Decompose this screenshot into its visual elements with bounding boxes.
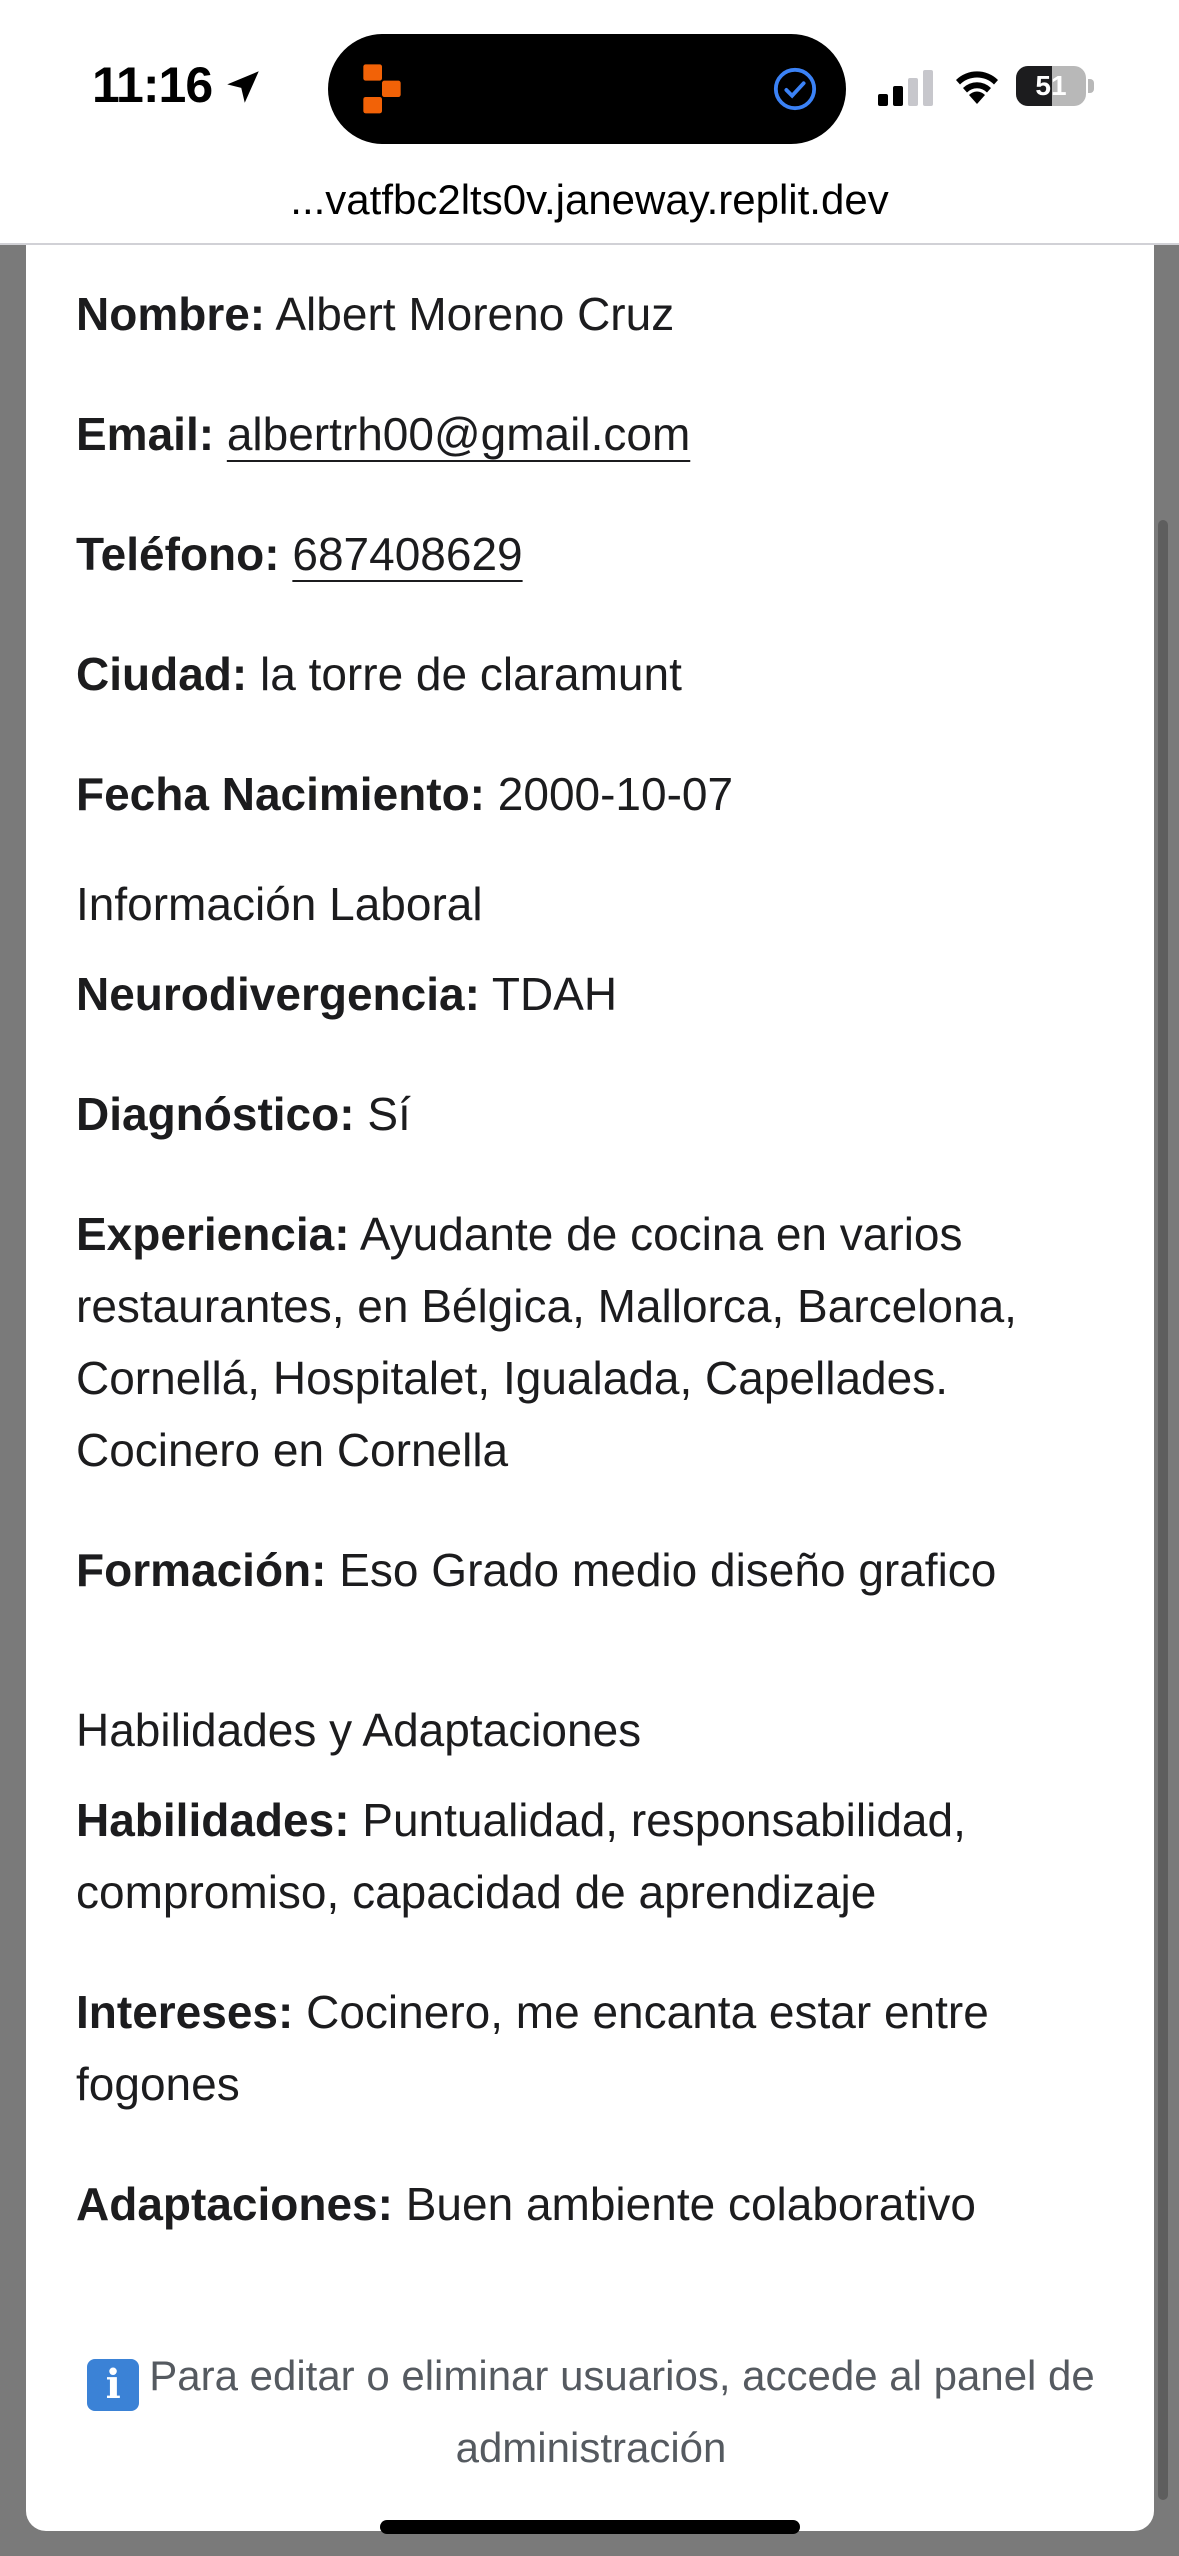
field-value: 2000-10-07 xyxy=(497,768,734,820)
field-telefono: Teléfono: 687408629 xyxy=(76,518,1116,590)
field-value: TDAH xyxy=(491,968,618,1020)
checkmark-circle-icon xyxy=(773,67,817,111)
status-bar: 11:16 51 xyxy=(0,0,1179,170)
field-label: Teléfono: xyxy=(76,528,280,580)
field-experiencia: Experiencia: Ayudante de cocina en vario… xyxy=(76,1198,1116,1486)
field-adaptaciones: Adaptaciones: Buen ambiente colaborativo xyxy=(76,2168,1116,2240)
field-value: Buen ambiente colaborativo xyxy=(405,2178,976,2230)
field-label: Intereses: xyxy=(76,1986,294,2038)
dynamic-island xyxy=(328,34,846,144)
home-indicator[interactable] xyxy=(380,2520,800,2534)
field-email: Email: albertrh00@gmail.com xyxy=(76,398,1116,470)
cellular-signal-icon xyxy=(878,70,933,106)
field-label: Fecha Nacimiento: xyxy=(76,768,485,820)
battery-level: 51 xyxy=(1035,70,1067,101)
field-formacion: Formación: Eso Grado medio diseño grafic… xyxy=(76,1534,1116,1606)
field-diagnostico: Diagnóstico: Sí xyxy=(76,1078,1116,1150)
field-label: Adaptaciones: xyxy=(76,2178,393,2230)
field-value: Eso Grado medio diseño grafico xyxy=(339,1544,997,1596)
field-value: Sí xyxy=(367,1088,411,1140)
field-label: Habilidades: xyxy=(76,1794,350,1846)
url-bar[interactable]: ...vatfbc2lts0v.janeway.replit.dev xyxy=(0,170,1179,244)
status-time: 11:16 xyxy=(92,57,213,113)
field-habilidades: Habilidades: Puntualidad, responsabilida… xyxy=(76,1784,1116,1928)
admin-panel-note: i Para editar o eliminar usuarios, accede… xyxy=(76,2340,1106,2484)
email-link[interactable]: albertrh00@gmail.com xyxy=(227,408,690,460)
field-label: Ciudad: xyxy=(76,648,248,700)
field-label: Formación: xyxy=(76,1544,327,1596)
field-neurodivergencia: Neurodivergencia: TDAH xyxy=(76,958,1116,1030)
section-title-informacion-laboral: Información Laboral xyxy=(76,878,483,930)
field-label: Diagnóstico: xyxy=(76,1088,355,1140)
field-label: Nombre: xyxy=(76,288,266,340)
phone-link[interactable]: 687408629 xyxy=(292,528,522,580)
field-value: Albert Moreno Cruz xyxy=(275,288,675,340)
field-ciudad: Ciudad: la torre de claramunt xyxy=(76,638,1116,710)
scrollbar[interactable] xyxy=(1158,520,1168,2500)
field-fecha-nacimiento: Fecha Nacimiento: 2000-10-07 xyxy=(76,758,1116,830)
battery-indicator: 51 xyxy=(1016,66,1094,106)
info-icon: i xyxy=(87,2359,140,2411)
field-label: Experiencia: xyxy=(76,1208,350,1260)
replit-icon xyxy=(363,64,401,114)
field-value: la torre de claramunt xyxy=(259,648,682,700)
location-arrow-icon xyxy=(227,71,259,103)
note-text: Para editar o eliminar usuarios, accede … xyxy=(149,2352,1095,2471)
field-nombre: Nombre: Albert Moreno Cruz xyxy=(76,278,1116,350)
field-label: Neurodivergencia: xyxy=(76,968,480,1020)
field-label: Email: xyxy=(76,408,215,460)
section-title-habilidades-adaptaciones: Habilidades y Adaptaciones xyxy=(76,1704,642,1756)
field-intereses: Intereses: Cocinero, me encanta estar en… xyxy=(76,1976,1116,2120)
wifi-icon xyxy=(956,71,998,104)
